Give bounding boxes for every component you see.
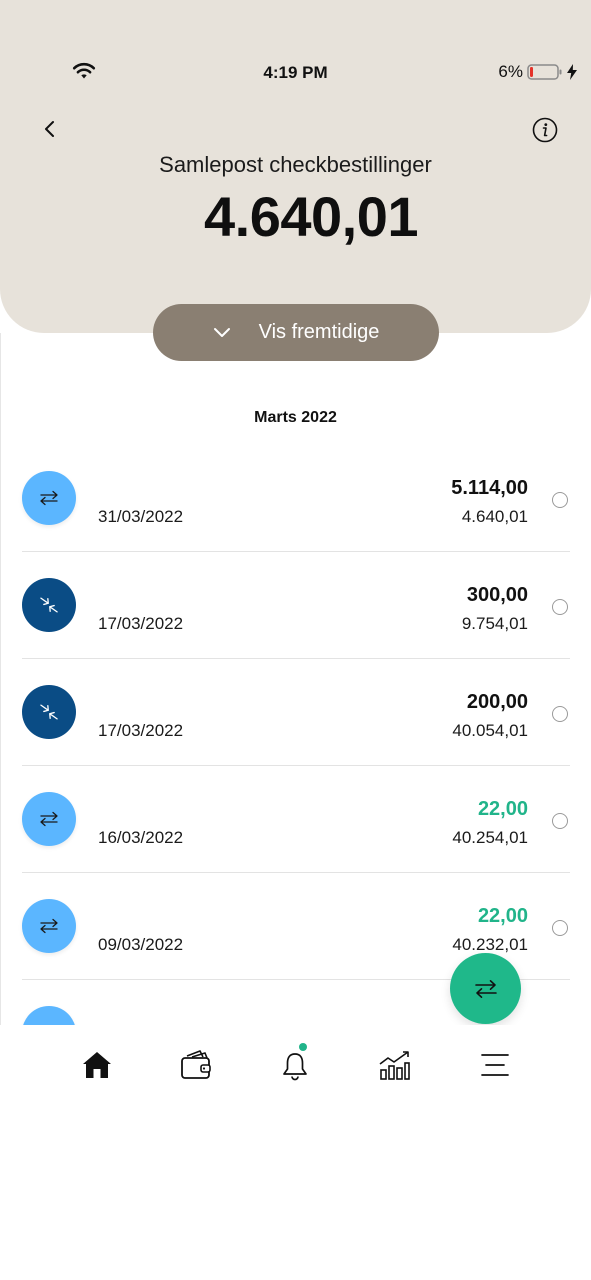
transfer-in-out-icon xyxy=(22,578,76,632)
notification-dot xyxy=(299,1043,307,1051)
chevron-down-icon xyxy=(213,328,230,337)
transaction-amount: 22,00 xyxy=(477,905,528,927)
transfer-icon xyxy=(22,899,76,953)
transfer-icon xyxy=(22,471,76,525)
bell-icon xyxy=(283,1053,307,1081)
charging-bolt-icon xyxy=(567,64,577,80)
select-radio[interactable] xyxy=(552,813,568,829)
chart-icon xyxy=(379,1051,410,1080)
account-balance: 4.640,01 xyxy=(204,185,418,248)
transaction-date: 17/03/2022 xyxy=(98,721,184,740)
info-button[interactable] xyxy=(531,116,559,144)
transaction-amount: 5.114,00 xyxy=(451,477,528,499)
tab-notifications[interactable] xyxy=(275,1043,315,1085)
battery-indicator: 6% xyxy=(498,62,577,82)
transaction-balance: 40.232,01 xyxy=(452,935,528,954)
tab-menu[interactable] xyxy=(475,1045,515,1085)
info-icon xyxy=(532,117,558,143)
menu-icon xyxy=(481,1054,509,1076)
chevron-left-icon xyxy=(45,121,54,137)
transfer-arrows-icon xyxy=(474,979,497,998)
select-radio[interactable] xyxy=(552,920,568,936)
account-name: Samlepost checkbestillinger xyxy=(159,152,432,177)
transaction-date: 09/03/2022 xyxy=(98,935,184,954)
select-radio[interactable] xyxy=(552,492,568,508)
tab-home[interactable] xyxy=(77,1045,117,1085)
select-radio[interactable] xyxy=(552,706,568,722)
transaction-balance: 4.640,01 xyxy=(461,507,528,526)
transaction-list[interactable]: 31/03/2022 5.114,00 4.640,01 17/03/2022 … xyxy=(0,445,591,1025)
transaction-balance: 9.754,01 xyxy=(461,614,528,633)
transaction-row[interactable]: 31/03/2022 5.114,00 4.640,01 xyxy=(22,445,570,552)
status-bar: 4:19 PM 6% xyxy=(0,58,591,88)
battery-icon xyxy=(527,64,562,80)
show-future-button[interactable]: Vis fremtidige xyxy=(153,304,439,361)
transaction-amount: 200,00 xyxy=(466,691,528,713)
transaction-amount: 22,00 xyxy=(477,798,528,820)
home-icon xyxy=(83,1052,111,1078)
transfer-fab-button[interactable] xyxy=(450,953,521,1024)
transaction-balance: 40.054,01 xyxy=(452,721,528,740)
tab-wallet[interactable] xyxy=(176,1045,216,1085)
transaction-date: 31/03/2022 xyxy=(98,507,184,526)
transfer-icon xyxy=(22,1006,76,1025)
month-header: Marts 2022 xyxy=(254,409,337,426)
bottom-tab-bar xyxy=(0,1025,591,1110)
transaction-date: 16/03/2022 xyxy=(98,828,184,847)
transaction-amount: 300,00 xyxy=(466,584,528,606)
wallet-icon xyxy=(181,1050,211,1079)
transaction-row[interactable]: 17/03/2022 200,00 40.054,01 xyxy=(22,659,570,766)
select-radio[interactable] xyxy=(552,599,568,615)
transfer-icon xyxy=(22,792,76,846)
back-button[interactable] xyxy=(34,114,64,144)
show-future-label: Vis fremtidige xyxy=(258,321,380,343)
transaction-balance: 40.254,01 xyxy=(452,828,528,847)
transaction-date: 17/03/2022 xyxy=(98,614,184,633)
transfer-in-out-icon xyxy=(22,685,76,739)
transaction-row[interactable]: 16/03/2022 22,00 40.254,01 xyxy=(22,766,570,873)
battery-percent: 6% xyxy=(498,62,523,81)
tab-investments[interactable] xyxy=(374,1045,414,1085)
transaction-row[interactable]: 17/03/2022 300,00 9.754,01 xyxy=(22,552,570,659)
account-header: 4:19 PM 6% Samlepost checkbestillinger 4… xyxy=(0,0,591,333)
